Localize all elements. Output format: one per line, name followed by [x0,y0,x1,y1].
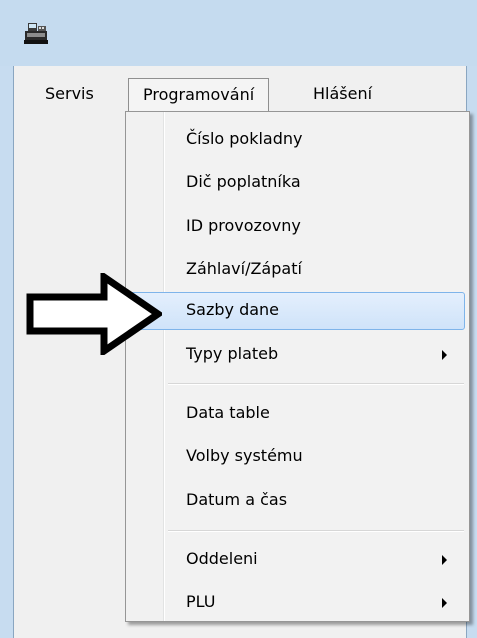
menu-item-oddeleni[interactable]: Oddeleni [128,541,465,579]
menu-item-sazby-dane[interactable]: Sazby dane [128,292,465,330]
programovani-dropdown: Číslo pokladny Dič poplatníka ID provozo… [125,111,470,622]
menu-item-label: Volby systému [186,446,303,465]
right-arrow-icon [26,273,162,355]
menu-servis[interactable]: Servis [45,80,94,108]
menu-separator [168,530,464,532]
menu-hlaseni[interactable]: Hlášení [313,80,372,108]
menu-item-label: Sazby dane [186,300,280,319]
menu-item-data-table[interactable]: Data table [128,395,465,433]
cash-register-icon[interactable] [23,22,49,44]
menu-item-volby-systemu[interactable]: Volby systému [128,438,465,476]
menu-item-label: PLU [186,592,216,611]
menu-item-id-provozovny[interactable]: ID provozovny [128,208,465,246]
menu-item-label: Data table [186,403,270,422]
menu-item-label: Typy plateb [186,344,279,363]
submenu-arrow-icon [442,598,447,608]
menu-item-label: Oddeleni [186,549,258,568]
menu-item-cislo-pokladny[interactable]: Číslo pokladny [128,121,465,159]
menu-item-plu[interactable]: PLU [128,584,465,622]
menu-item-label: Číslo pokladny [186,129,303,148]
menu-item-label: ID provozovny [186,216,301,235]
menu-item-label: Dič poplatníka [186,172,301,191]
title-bar [0,0,477,66]
submenu-arrow-icon [442,350,447,360]
menu-item-label: Datum a čas [186,490,288,509]
submenu-arrow-icon [442,555,447,565]
menu-item-label: Záhlaví/Zápatí [186,259,302,278]
menu-item-zahlavi-zapati[interactable]: Záhlaví/Zápatí [128,251,465,289]
menu-separator [168,383,464,385]
menu-programovani[interactable]: Programování [128,78,270,113]
menu-item-datum-a-cas[interactable]: Datum a čas [128,482,465,520]
menu-item-dic-poplatnika[interactable]: Dič poplatníka [128,164,465,202]
menu-item-typy-plateb[interactable]: Typy plateb [128,336,465,374]
